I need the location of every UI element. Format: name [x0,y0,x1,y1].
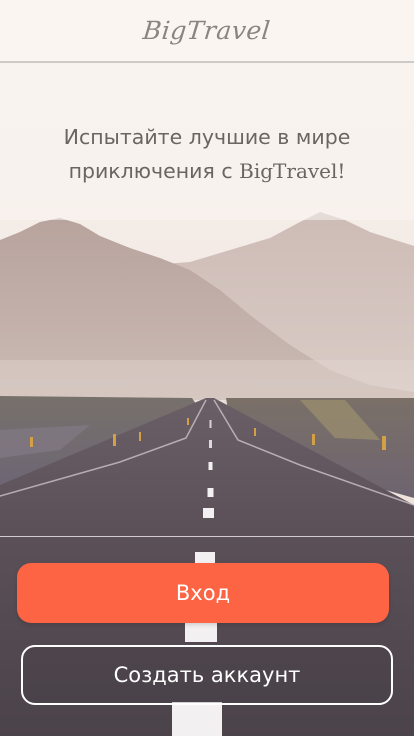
background-photo [0,0,414,736]
app-header: BigTravel [0,0,414,63]
tagline-line-2: приключения с [68,159,240,183]
create-account-button[interactable]: Создать аккаунт [21,645,393,705]
welcome-screen: BigTravel Испытайте лучшие в мире приклю… [0,0,414,736]
hero-tagline: Испытайте лучшие в мире приключения с Bi… [20,120,394,188]
section-divider [0,536,414,537]
tagline-line-1: Испытайте лучшие в мире [63,125,351,149]
login-button[interactable]: Вход [17,563,389,623]
tagline-brand: BigTravel! [239,159,346,183]
app-logo: BigTravel [141,16,273,45]
